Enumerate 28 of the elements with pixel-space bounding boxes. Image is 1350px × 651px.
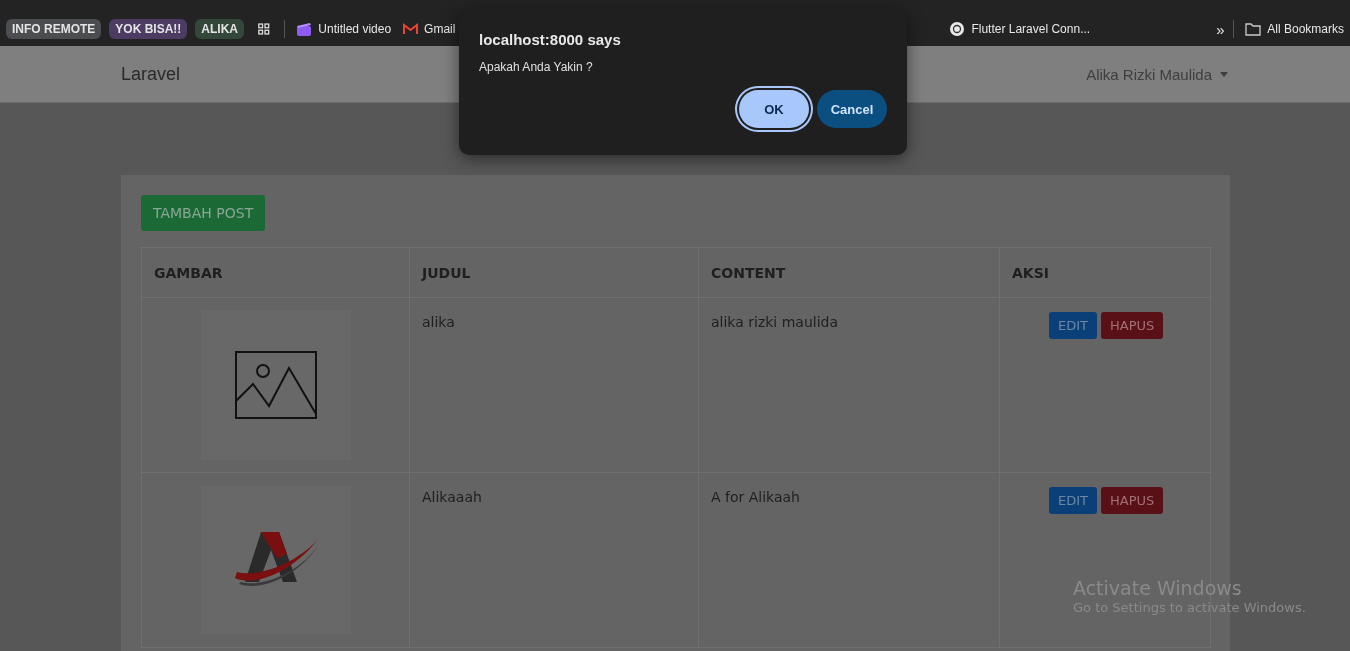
clapperboard-icon bbox=[296, 22, 313, 36]
brand-link[interactable]: Laravel bbox=[121, 63, 181, 85]
picture-icon bbox=[234, 351, 317, 419]
dialog-title: localhost:8000 says bbox=[479, 31, 622, 48]
table-cell: alika rizki maulida bbox=[699, 298, 1000, 473]
bookmark-folder[interactable]: INFO REMOTE bbox=[6, 19, 102, 39]
column-header: CONTENT bbox=[699, 248, 1000, 298]
bookmark-link[interactable]: Gmail bbox=[403, 22, 456, 36]
all-bookmarks-button[interactable]: All Bookmarks bbox=[1245, 22, 1344, 36]
mail-icon bbox=[403, 23, 419, 35]
table-cell: Alikaaah bbox=[410, 473, 699, 648]
dialog-message: Apakah Anda Yakin ? bbox=[479, 60, 594, 74]
apps-grid-icon[interactable] bbox=[258, 22, 270, 36]
bookmark-folder[interactable]: YOK BISA!! bbox=[109, 19, 188, 39]
column-header: GAMBAR bbox=[142, 248, 410, 298]
column-header: JUDUL bbox=[410, 248, 699, 298]
caret-icon bbox=[1220, 71, 1228, 77]
cancel-button[interactable]: Cancel bbox=[817, 90, 887, 128]
column-header: AKSI bbox=[1000, 248, 1211, 298]
bookmark-link[interactable]: Flutter Laravel Conn... bbox=[949, 21, 1091, 37]
delete-button[interactable]: HAPUS bbox=[1101, 312, 1164, 339]
folder-icon bbox=[1245, 22, 1262, 36]
delete-button[interactable]: HAPUS bbox=[1101, 487, 1164, 514]
table-cell: alika bbox=[410, 298, 699, 473]
table-cell: A for Alikaah bbox=[699, 473, 1000, 648]
bookmark-link[interactable]: Untitled video bbox=[296, 22, 392, 36]
more-bookmarks-button[interactable]: » bbox=[1216, 20, 1225, 38]
bookmark-folder[interactable]: ALIKA bbox=[195, 19, 244, 39]
